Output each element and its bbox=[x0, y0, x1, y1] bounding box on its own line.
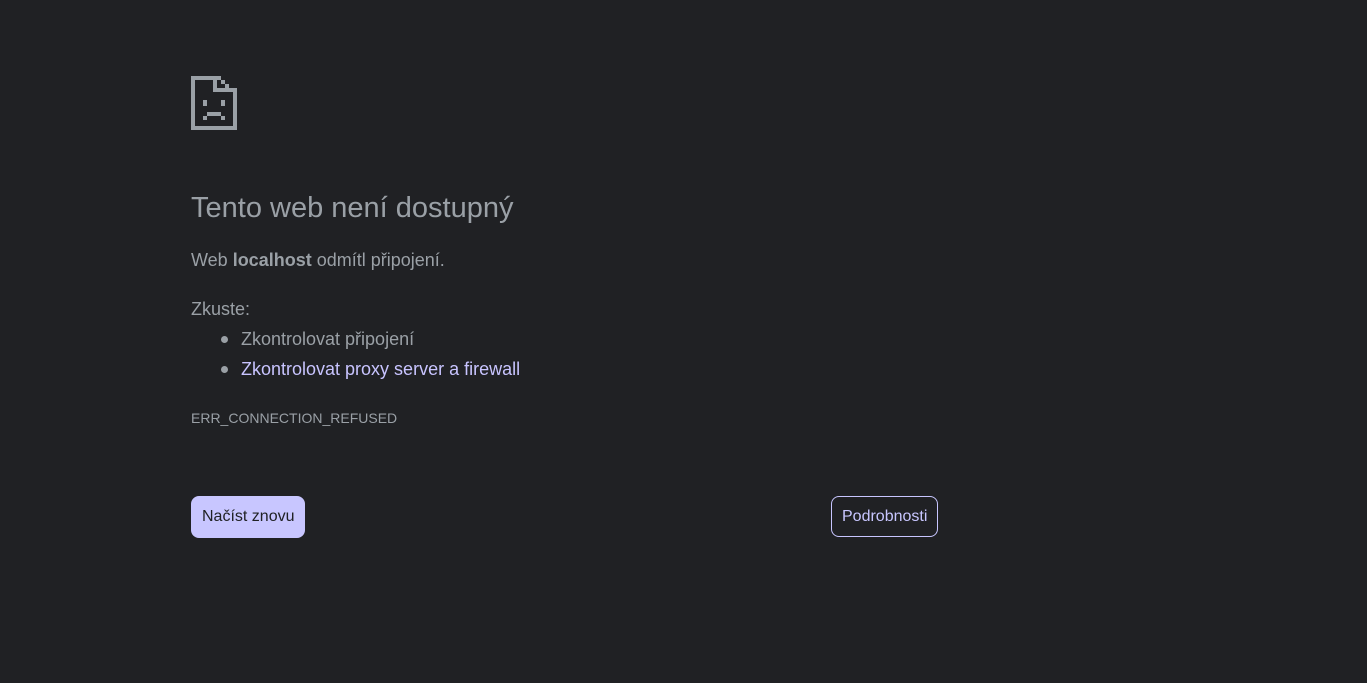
sad-page-icon bbox=[191, 76, 237, 130]
description-suffix: odmítl připojení. bbox=[311, 250, 445, 270]
suggestion-check-proxy-firewall[interactable]: Zkontrolovat proxy server a firewall bbox=[220, 357, 520, 387]
suggestion-text: Zkontrolovat připojení bbox=[241, 329, 415, 349]
error-page: Tento web není dostupný Web localhost od… bbox=[0, 0, 1367, 683]
suggestion-check-connection: Zkontrolovat připojení bbox=[220, 327, 520, 357]
description-prefix: Web bbox=[191, 250, 233, 270]
suggestion-link[interactable]: Zkontrolovat proxy server a firewall bbox=[241, 359, 520, 379]
details-button[interactable]: Podrobnosti bbox=[831, 496, 939, 537]
error-code: ERR_CONNECTION_REFUSED bbox=[191, 410, 398, 426]
reload-button[interactable]: Načíst znovu bbox=[191, 496, 306, 538]
host-name: localhost bbox=[232, 250, 312, 270]
error-description: Web localhost odmítl připojení. bbox=[191, 248, 445, 272]
try-label: Zkuste: bbox=[191, 299, 251, 319]
page-title: Tento web není dostupný bbox=[191, 192, 514, 224]
suggestions-list: Zkontrolovat připojení Zkontrolovat prox… bbox=[191, 327, 520, 387]
error-content: Tento web není dostupný Web localhost od… bbox=[191, 76, 941, 538]
